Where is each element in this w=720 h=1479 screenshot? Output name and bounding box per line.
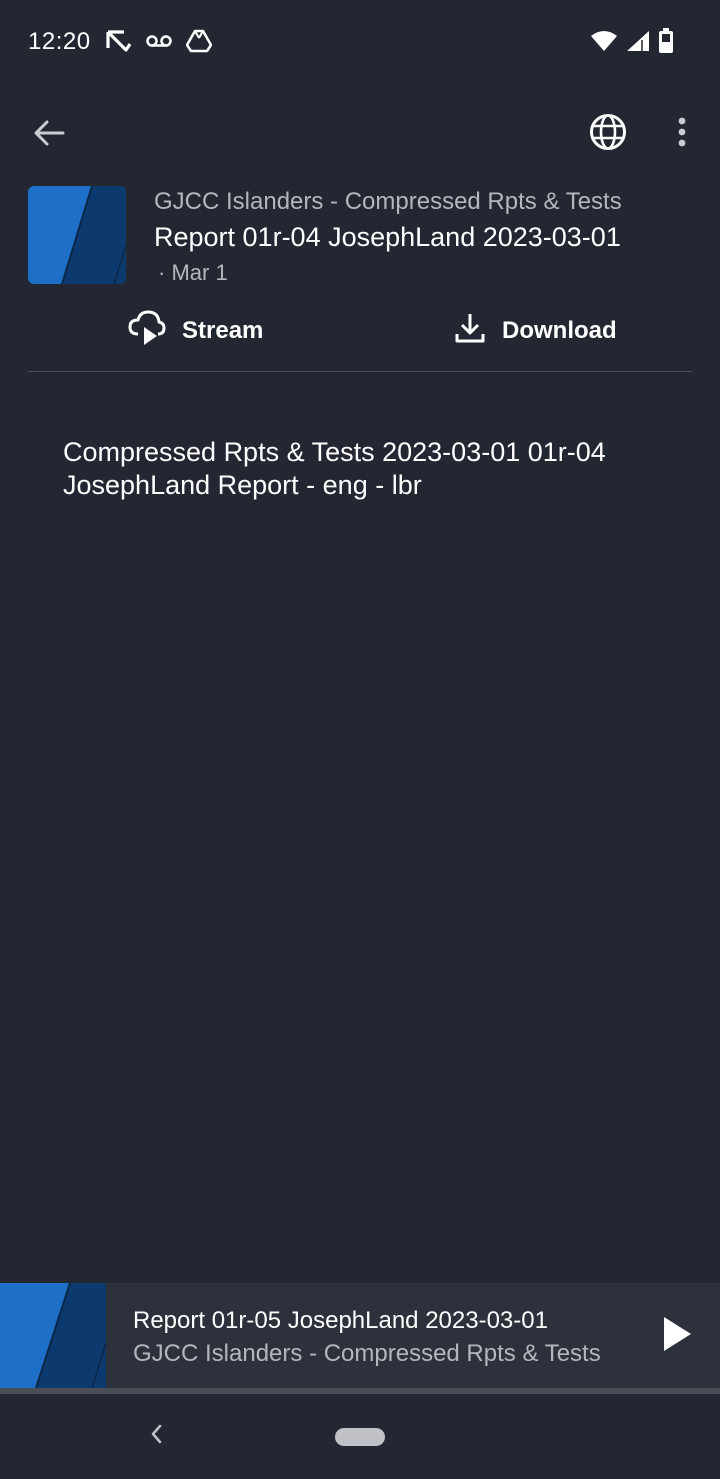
status-time: 12:20 (28, 28, 91, 55)
stream-button[interactable]: Stream (128, 300, 263, 362)
more-options-button[interactable] (662, 110, 702, 158)
missed-call-icon (104, 28, 132, 59)
download-icon (454, 312, 486, 351)
episode-date: · Mar 1 (158, 260, 228, 285)
app-bar (0, 100, 720, 168)
drive-icon (185, 29, 213, 58)
status-bar: 12:20 (0, 0, 720, 86)
episode-header: GJCC Islanders - Compressed Rpts & Tests… (0, 180, 720, 290)
download-label: Download (502, 317, 617, 344)
back-arrow-icon (33, 119, 65, 152)
podcast-thumbnail (28, 186, 126, 284)
system-home-pill[interactable] (335, 1428, 385, 1446)
wifi-icon (590, 30, 618, 57)
system-back-button[interactable] (140, 1420, 172, 1452)
episode-title: Report 01r-04 JosephLand 2023-03-01 (154, 222, 621, 252)
chevron-left-icon (149, 1423, 163, 1450)
voicemail-icon (146, 33, 172, 54)
episode-description: Compressed Rpts & Tests 2023-03-01 01r-0… (63, 437, 606, 500)
play-button[interactable] (652, 1311, 702, 1361)
mini-player-title: Report 01r-05 JosephLand 2023-03-01 (133, 1307, 548, 1334)
play-icon (662, 1316, 692, 1357)
system-nav-bar (0, 1394, 720, 1479)
mini-player[interactable]: Report 01r-05 JosephLand 2023-03-01 GJCC… (0, 1283, 720, 1388)
episode-actions: Stream Download (0, 300, 720, 362)
more-vert-icon (677, 117, 687, 152)
back-button[interactable] (24, 110, 74, 160)
open-website-button[interactable] (584, 110, 632, 158)
battery-icon (658, 28, 674, 59)
mini-player-thumbnail (0, 1283, 106, 1388)
download-button[interactable]: Download (454, 300, 617, 362)
signal-icon (626, 30, 650, 57)
stream-label: Stream (182, 317, 264, 344)
mini-player-subtitle: GJCC Islanders - Compressed Rpts & Tests (133, 1340, 601, 1367)
divider (28, 371, 692, 372)
channel-name[interactable]: GJCC Islanders - Compressed Rpts & Tests (154, 188, 622, 216)
cloud-play-icon (128, 310, 166, 353)
globe-icon (589, 113, 627, 156)
